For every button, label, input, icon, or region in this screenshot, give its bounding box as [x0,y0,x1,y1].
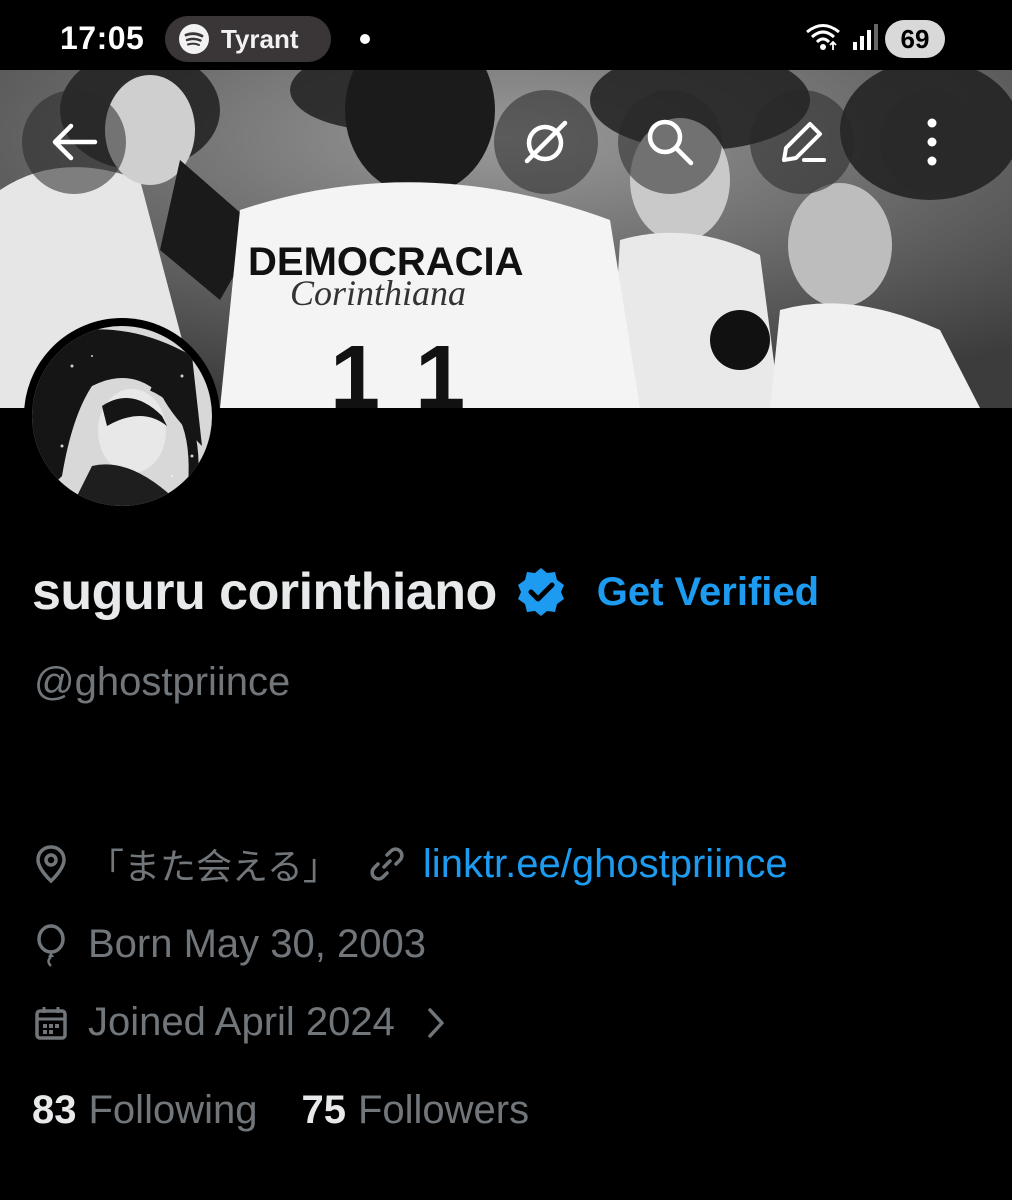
get-verified-link[interactable]: Get Verified [597,570,819,615]
edit-button[interactable] [750,90,854,194]
search-button[interactable] [618,90,722,194]
location-website-row: 「また会える」 linktr.ee/ghostpriince [34,838,788,890]
calendar-icon [35,1006,67,1040]
balloon-icon [37,923,65,967]
birthday-row: Born May 30, 2003 [34,922,426,967]
back-button[interactable] [22,90,126,194]
followers-count: 75 [301,1088,346,1132]
spotify-icon [179,24,209,54]
joined-text: Joined April 2024 [88,1000,395,1044]
followers-label: Followers [357,1088,530,1132]
battery-indicator: 69 [885,20,945,58]
follow-stats: 83 Following 75 Followers [32,1088,529,1133]
system-icons [805,22,881,52]
location-text: 「また会える」 [88,847,339,888]
display-name: suguru corinthiano [32,563,497,621]
link-icon [370,847,404,881]
joined-row[interactable]: Joined April 2024 [34,1000,467,1045]
location-pin-icon [36,845,66,884]
notification-dot [360,34,370,44]
birthday-text: Born May 30, 2003 [88,922,426,966]
arrow-left-icon [52,123,98,161]
avatar-image [32,326,212,506]
following-count: 83 [32,1088,77,1132]
pencil-icon [782,122,826,162]
chevron-right-icon [428,1007,444,1038]
website-link[interactable]: linktr.ee/ghostpriince [423,842,788,887]
now-playing-title: Tyrant [221,23,299,54]
verified-badge-icon[interactable] [515,566,567,618]
banner-shirt-script: Corinthiana [290,273,466,313]
banner-shirt-number: 11 [330,328,505,408]
search-icon [647,119,694,166]
followers-stat[interactable]: 75 Followers [301,1088,529,1133]
now-playing-pill[interactable]: Tyrant [165,16,331,62]
more-options-button[interactable] [880,90,984,194]
following-stat[interactable]: 83 Following [32,1088,257,1133]
following-label: Following [88,1088,258,1132]
grok-icon [524,120,568,164]
name-row: suguru corinthiano Get Verified [32,562,819,622]
profile-avatar[interactable] [24,318,220,514]
grok-button[interactable] [494,90,598,194]
cell-signal-icon [853,24,878,50]
status-bar: 17:05 Tyrant 69 [0,0,1012,70]
clock: 17:05 [60,20,145,56]
more-vertical-icon [927,118,937,166]
wifi-icon [806,24,840,50]
profile-handle: @ghostpriince [34,660,291,704]
